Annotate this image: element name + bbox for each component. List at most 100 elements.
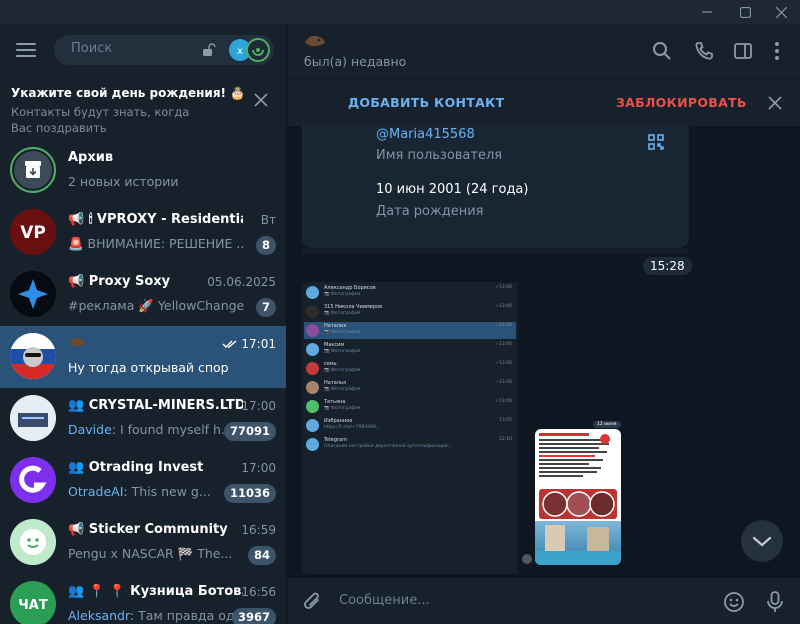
unread-badge: 77091 [223,422,276,441]
close-window-icon[interactable] [773,4,789,20]
contact-info-card: @Maria415568 Имя пользователя 10 июн 200… [302,126,689,248]
avatar [10,395,56,441]
proxy-status-icon[interactable]: x [228,38,270,62]
sidebar-toggle-icon[interactable] [733,41,753,61]
chat-preview: Davide: I found myself h... [68,422,233,437]
search-input[interactable]: Поиск x [54,35,274,65]
username-link[interactable]: @Maria415568 [376,127,475,142]
svg-text:VP: VP [20,223,46,243]
screenshot-list-item: Избранное https://t.me/+7983989... 13:05 [304,417,516,434]
maximize-icon[interactable] [737,4,753,20]
lock-icon[interactable] [202,42,216,61]
chat-time: Вт [260,213,276,227]
screenshot-item-name: Telegram [324,437,347,443]
screenshot-list-item: семь 📷 Фотография ✓13:06 [304,360,516,377]
unread-badge: 11036 [223,484,276,503]
chat-item-proxy-soxy[interactable]: 📢 Proxy Soxy 05.06.2025 #реклама 🚀 Yello… [0,264,286,326]
chat-name: Архив [68,150,114,165]
channel-icon: 📢 [68,522,85,537]
screenshot-item-preview: 📷 Фотография [324,349,361,354]
message-input[interactable]: Сообщение... [339,593,430,608]
screenshot-list-item: Telegram Описание настройки двухэтапной а… [304,436,516,453]
chat-item-crystal-miners[interactable]: 👥 CRYSTAL-MINERS.LTD 17:00 Davide: I fou… [0,388,286,450]
contact-status: был(а) недавно [304,54,407,69]
archive-icon [10,147,56,193]
screenshot-list-item: Наталия 📷 Фотография ✓13:06 [304,322,516,339]
screenshot-item-time: 12:10 [499,437,512,442]
screenshot-item-name: семь [324,361,337,367]
chat-item-active[interactable]: 17:01 Ну тогда открывай спор [0,326,286,388]
screenshot-list-item: 315 Никола Чиимеров 📷 Фотография ✓13:06 [304,303,516,320]
screenshot-avatar [306,381,319,394]
birthday-title: Укажите свой день рождения! 🎂 [11,86,246,100]
chat-name: 📢 🕯 VPROXY - Residential ... [68,212,243,227]
screenshot-avatar [306,324,319,337]
screenshot-item-name: Татьяна [324,399,346,405]
chat-item-sticker-community[interactable]: 📢 Sticker Community 16:59 Pengu x NASCAR… [0,512,286,574]
chat-panel: был(а) недавно ДОБАВИТЬ КОНТАКТ ЗАБЛОКИР… [286,24,800,624]
title-bar [0,0,800,24]
chat-preview: 🚨 ВНИМАНИЕ: РЕШЕНИЕ ... [68,236,244,251]
attach-icon[interactable] [303,591,323,617]
channel-icon: 📢 [68,274,85,289]
contact-name-sticker[interactable] [304,33,326,52]
chat-header: был(а) недавно [286,24,800,78]
screenshot-list-item: Татьяна 📷 Фотография ✓13:06 [304,398,516,415]
screenshot-avatar [306,305,319,318]
photo-message[interactable]: Александр Борисов 📷 Фотография ✓13:06 315 Н… [302,282,720,574]
screenshot-item-time: ✓13:06 [495,361,512,366]
group-icon: 👥 [68,398,85,413]
unread-badge: 7 [255,298,276,317]
close-icon[interactable] [254,92,268,111]
screenshot-item-time: ✓13:06 [495,285,512,290]
menu-icon[interactable] [16,43,38,59]
chat-name-sticker [68,336,243,352]
more-icon[interactable] [769,41,789,61]
screenshot-list-item: Александр Борисов 📷 Фотография ✓13:06 [304,284,516,301]
search-icon[interactable] [652,41,672,61]
chat-time: 17:01 [222,337,276,351]
ad-text-block [539,433,617,489]
screenshot-item-time: ✓13:06 [495,399,512,404]
phone-icon[interactable] [694,41,714,61]
chat-item-archive[interactable]: Архив 2 новых истории [0,140,286,202]
screenshot-avatar [522,554,532,564]
screenshot-chat-list: Александр Борисов 📷 Фотография ✓13:06 315 Н… [302,282,518,574]
add-contact-button[interactable]: ДОБАВИТЬ КОНТАКТ [348,95,504,110]
birthday-subtitle: Контакты будут знать, когда Вас поздрави… [11,105,190,135]
svg-text:ЧАТ: ЧАТ [18,598,48,613]
chat-item-otrading[interactable]: 👥 Otrading Invest 17:00 OtradeAI: This n… [0,450,286,512]
block-button[interactable]: ЗАБЛОКИРОВАТЬ [616,95,747,110]
chat-item-vproxy[interactable]: VP 📢 🕯 VPROXY - Residential ... Вт 🚨 ВНИ… [0,202,286,264]
username-label: Имя пользователя [376,148,503,163]
svg-text:x: x [237,46,243,57]
screenshot-item-time: ✓13:06 [495,304,512,309]
chat-preview: Pengu x NASCAR 🏁 The... [68,546,233,561]
scroll-down-button[interactable] [741,520,783,562]
screenshot-item-preview: 📷 Фотография [324,368,361,373]
screenshot-item-name: Наталья [324,380,346,386]
minimize-icon[interactable] [699,4,715,20]
avatar: ЧАТ [10,581,56,624]
chat-item-bot-forge[interactable]: ЧАТ 👥 📍 📍 Кузница Ботов... 16:56 Aleksan… [0,574,286,624]
screenshot-list-item: Максим 📷 Фотография ✓13:06 [304,341,516,358]
qr-code-icon[interactable] [648,134,664,154]
chat-name: 📢 Sticker Community [68,522,228,537]
divider [302,248,689,254]
screenshot-item-name: Максим [324,342,345,348]
screenshot-chat-area: 12 июня [518,282,720,574]
telegram-app: Поиск x Укажите свой день рождения! 🎂 Ко… [0,0,800,624]
emoji-icon[interactable] [723,591,745,617]
microphone-icon[interactable] [766,591,784,617]
chat-name: 👥 Otrading Invest [68,460,204,475]
message-composer: Сообщение... [286,578,800,624]
birthday-value: 10 июн 2001 (24 года) [376,182,529,197]
message-time: 15:28 [643,257,692,275]
screenshot-item-preview: 📷 Фотография [324,406,361,411]
screenshot-item-name: 315 Никола Чиимеров [324,304,383,310]
close-icon[interactable] [768,95,782,114]
contact-action-bar: ДОБАВИТЬ КОНТАКТ ЗАБЛОКИРОВАТЬ [286,78,800,126]
ad-pool-photo [535,521,621,565]
screenshot-avatar [306,286,319,299]
sidebar-top: Поиск x [0,24,286,78]
